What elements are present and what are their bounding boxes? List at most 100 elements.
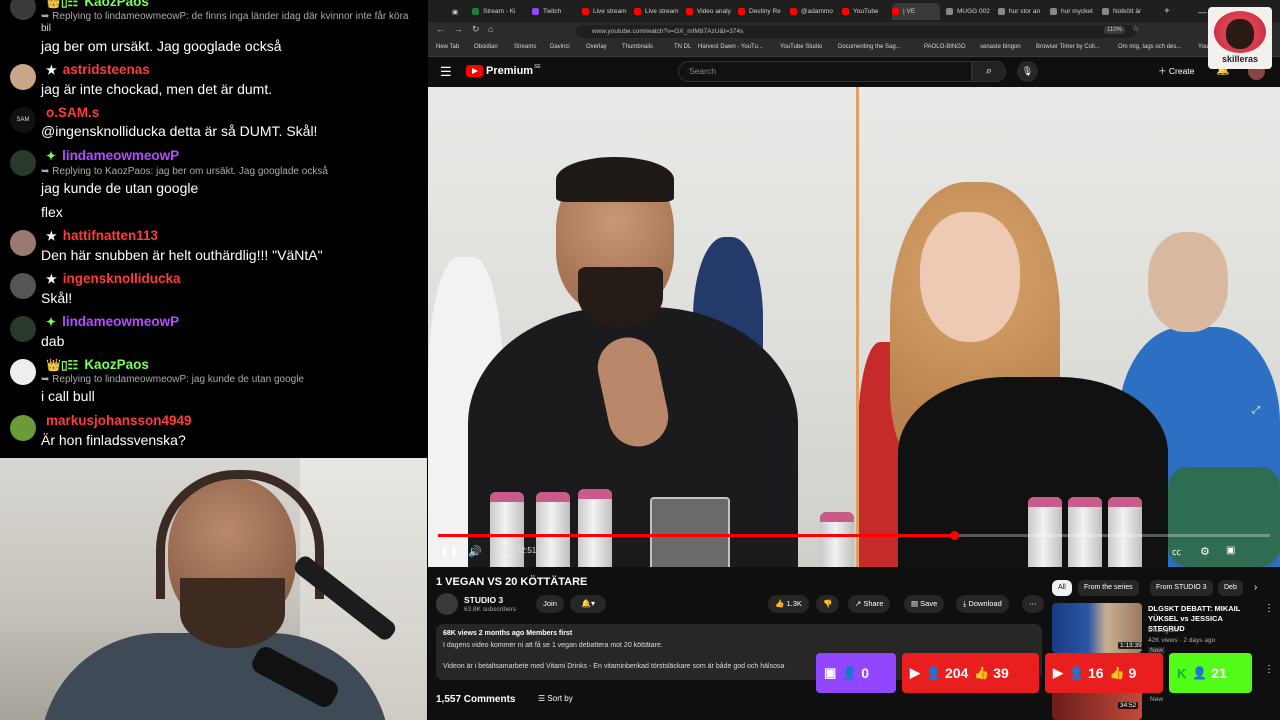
chat-username[interactable]: ✦ lindameowmeowP [46,314,179,329]
tab[interactable]: @adammo [790,3,842,20]
more-actions-button[interactable]: ⋯ [1022,595,1044,613]
tab[interactable]: Twitch [532,3,582,20]
like-button[interactable]: 👍 1.3K [768,595,809,613]
tab-overview-icon[interactable]: ▣ [452,3,470,20]
bookmark-item[interactable]: PAOLO-BINGO [924,44,966,50]
url-field[interactable]: www.youtube.com/watch?v=GX_mIM87AzU&t=37… [576,25,1136,38]
chip-debate[interactable]: Deb [1218,580,1243,596]
video-player[interactable]: ❚❚ 🔊 6:13 / 32:51 ㏄ ⚙ ▣ ⤢ [428,87,1280,567]
save-button[interactable]: ▤ Save [904,595,945,613]
chat-text: Den här snubben är helt outhärdlig!!! "V… [41,247,323,263]
tab-label: @adammo [801,8,833,15]
avatar [10,230,36,256]
tab-label: Destiny Re [749,8,781,15]
bookmark-item[interactable]: Davinci [550,44,570,50]
tab[interactable]: hur mycket [1050,3,1100,20]
sort-by-button[interactable]: ☰ Sort by [538,694,573,703]
bookmark-item[interactable]: YouTube Studio [780,44,822,50]
bookmark-item[interactable]: senaste bingon [980,44,1021,50]
chat-username[interactable]: markusjohansson4949 [46,413,192,428]
tab[interactable]: Stream - Ki [472,3,530,20]
menu-icon[interactable]: ☰ [440,64,452,80]
chat-username[interactable]: ✦ lindameowmeowP [46,148,179,163]
zoom-indicator[interactable]: 110% [1104,26,1125,34]
pause-icon[interactable]: ❚❚ [440,545,458,558]
captions-icon[interactable]: ㏄ [1172,545,1181,558]
chip-from-channel[interactable]: From STUDIO 3 [1150,580,1213,596]
avatar [10,150,36,176]
search-button[interactable]: ⌕ [972,61,1006,82]
drink-can [1028,497,1062,567]
settings-gear-icon[interactable]: ⚙ [1200,545,1210,558]
chat-username[interactable]: 👑▯☷ KaozPaos [46,0,149,9]
create-button[interactable]: ＋ Create [1158,65,1194,77]
chat-username[interactable]: 👑▯☷ KaozPaos [46,357,149,372]
tab[interactable]: Live stream [634,3,686,20]
star-icon[interactable]: ☆ [1132,24,1139,33]
subscription-bell-button[interactable]: 🔔▾ [570,595,606,613]
viewers-icon: 👤 [926,666,941,680]
progress-scrubber[interactable] [949,531,959,540]
tab[interactable]: YouTube [842,3,892,20]
tab[interactable]: MUGG 002 [946,3,996,20]
viewer-count: 21 [1211,665,1227,681]
viewers-icon: 👤 [1069,666,1084,680]
tab[interactable]: Notkött är [1102,3,1154,20]
bookmark-item[interactable]: Harvest Dawn - YouTu... [698,44,763,50]
bookmark-item[interactable]: Streams [514,44,536,50]
tab[interactable]: hur stor an [998,3,1048,20]
voice-search-button[interactable]: 🎙 [1017,61,1038,82]
bookmark-item[interactable]: TN DL [674,44,691,50]
chip-all[interactable]: All [1052,580,1072,596]
youtube-logo[interactable]: Premium SE [466,64,541,77]
channel-avatar[interactable] [436,593,458,615]
dislike-button[interactable]: 👎 [816,595,840,613]
chat-text: dab [41,333,65,349]
share-button[interactable]: ↗ Share [848,595,891,613]
bookmark-item[interactable]: Thumbnails [622,44,653,50]
bookmark-item[interactable]: Browser Timer by Coll... [1036,44,1100,50]
mic-icon: 🎙 [1021,66,1034,76]
tab-active[interactable]: | VE [892,3,940,20]
progress-bar[interactable] [438,531,1270,540]
chat-username[interactable]: ★ hattifnatten113 [46,228,158,243]
more-vert-icon[interactable]: ⋮ [1264,664,1274,675]
tab-strip: ▣ Stream - Ki Twitch Live stream Live st… [428,0,1280,22]
channel-name[interactable]: STUDIO 3 [464,595,503,605]
tab[interactable]: Destiny Re [738,3,790,20]
forward-icon[interactable]: → [454,24,463,34]
join-button[interactable]: Join [536,595,564,613]
chat-username[interactable]: ★ ingensknolliducka [46,271,181,286]
tab-favicon [472,8,479,15]
bookmark-item[interactable]: Om mig, tags och des... [1118,44,1181,50]
tab[interactable]: Video analy [686,3,738,20]
miniplayer-icon[interactable]: ▣ [1226,545,1235,556]
tab-label: Notkött är [1113,8,1142,15]
like-count: 39 [993,665,1009,681]
bookmark-item[interactable]: Documenting the Sag... [838,44,901,50]
tab[interactable]: Live stream [582,3,634,20]
youtube-viewer-counter: ▶ 👤 204 👍 39 [902,653,1039,693]
chat-panel: 👑▯☷ KaozPaos ➥ Replying to lindameowmeowP… [0,0,427,458]
chat-username[interactable]: o.SAM.s [46,105,99,120]
more-vert-icon[interactable]: ⋮ [1264,603,1274,614]
download-button[interactable]: ⤓ Download [956,595,1009,613]
bookmark-item[interactable]: Overlay [586,44,607,50]
home-icon[interactable]: ⌂ [488,24,493,34]
bookmarks-bar: New Tab Obsidian Streams Davinci Overlay… [428,41,1280,57]
new-tab-button[interactable]: + [1164,3,1176,20]
back-icon[interactable]: ← [436,24,445,34]
tab-favicon [1050,8,1057,15]
fullscreen-icon[interactable]: ⤢ [1252,405,1260,416]
chevron-right-icon[interactable]: › [1254,582,1257,593]
bookmark-item[interactable]: New Tab [436,44,459,50]
tab-favicon [634,8,641,15]
search-input[interactable]: Search [678,61,972,82]
volume-icon[interactable]: 🔊 [468,545,482,558]
bookmark-item[interactable]: Obsidian [474,44,498,50]
chip-from-series[interactable]: From the series [1078,580,1139,596]
sort-icon: ☰ [538,694,548,703]
background-person-head [1148,232,1228,332]
reload-icon[interactable]: ↻ [472,24,480,35]
chat-username[interactable]: ★ astridsteenas [46,62,150,77]
